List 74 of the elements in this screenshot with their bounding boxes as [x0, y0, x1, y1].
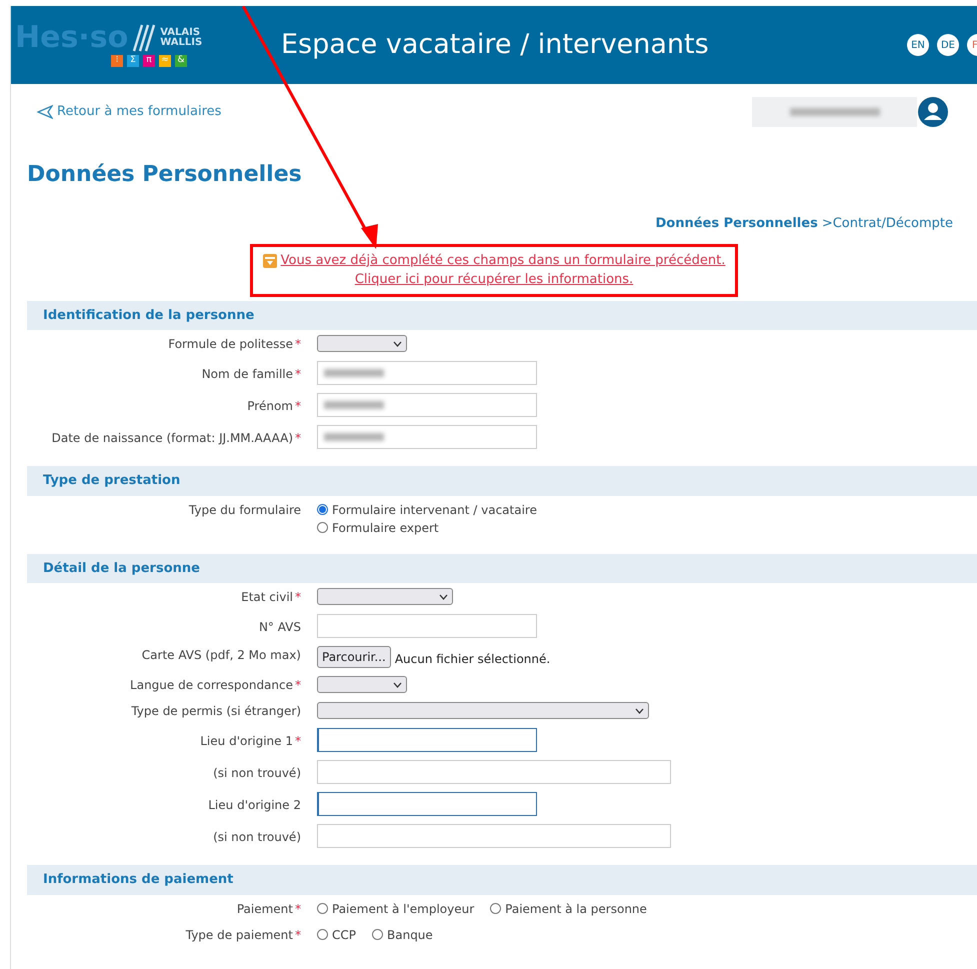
- required-mark: *: [295, 902, 301, 916]
- slashes-icon: [132, 23, 156, 53]
- page-title: Données Personnelles: [27, 162, 303, 188]
- select-field[interactable]: [317, 702, 649, 720]
- field-label: Langue de correspondance: [130, 678, 293, 692]
- archive-icon: [262, 254, 277, 268]
- select-field[interactable]: [317, 588, 453, 606]
- field-label: (si non trouvé): [213, 830, 301, 844]
- radio-button[interactable]: [372, 929, 383, 940]
- input-field[interactable]: [317, 728, 537, 752]
- back-link[interactable]: Retour à mes formulaires: [37, 102, 222, 122]
- field-label: Type du formulaire: [188, 502, 301, 517]
- field-label: Lieu d'origine 1: [200, 734, 293, 748]
- radio-button[interactable]: [317, 504, 328, 516]
- notice-link[interactable]: Vous avez déjà complété ces champs dans un formulaire précédent.: [280, 250, 726, 270]
- app-title: Espace vacataire / intervenants: [280, 28, 710, 62]
- chevron-icon: [635, 708, 644, 714]
- field-label: Lieu d'origine 2: [208, 798, 301, 812]
- required-mark: *: [295, 337, 301, 352]
- section-header: Identification de la personne: [27, 300, 977, 330]
- field-label: Date de naissance (format: JJ.MM.AAAA): [52, 431, 293, 446]
- radio-button[interactable]: [490, 903, 502, 914]
- field-label: Paiement: [236, 902, 293, 916]
- required-mark: *: [295, 590, 301, 604]
- select-field[interactable]: [317, 676, 407, 694]
- chevron-icon: [393, 682, 402, 688]
- required-mark: *: [295, 734, 301, 748]
- radio-label[interactable]: Paiement à l'employeur: [332, 900, 474, 918]
- input-field[interactable]: [317, 792, 537, 816]
- required-mark: *: [295, 928, 301, 942]
- file-status: Aucun fichier sélectionné.: [394, 651, 550, 668]
- logo-tile: π: [143, 55, 155, 67]
- radio-button[interactable]: [317, 929, 328, 940]
- field-label: Carte AVS (pdf, 2 Mo max): [142, 648, 301, 662]
- radio-button[interactable]: [317, 522, 328, 534]
- field-label: Type de permis (si étranger): [131, 704, 301, 718]
- field-label: Formule de politesse: [168, 337, 293, 352]
- user-icon[interactable]: [917, 96, 949, 128]
- logo-tile: ≈: [159, 55, 171, 67]
- language-button[interactable]: F: [967, 34, 977, 56]
- chevron-icon: [439, 594, 448, 600]
- radio-label[interactable]: Banque: [387, 926, 433, 944]
- region-text: VALAIS: [160, 28, 202, 38]
- logo-tile: &: [175, 55, 187, 67]
- select-field[interactable]: [317, 335, 407, 352]
- region-text: WALLIS: [160, 38, 202, 48]
- browse-button[interactable]: Parcourir...: [317, 646, 391, 668]
- logo-tile: Σ: [127, 55, 139, 67]
- required-mark: *: [295, 399, 301, 414]
- required-mark: *: [295, 431, 301, 446]
- radio-label[interactable]: Formulaire expert: [332, 518, 439, 537]
- section-header: Détail de la personne: [27, 554, 977, 584]
- language-button[interactable]: DE: [937, 34, 959, 56]
- field-label: Type de paiement: [186, 928, 293, 942]
- radio-button[interactable]: [317, 903, 328, 914]
- radio-label[interactable]: CCP: [332, 926, 356, 944]
- required-mark: *: [295, 367, 301, 382]
- required-mark: *: [295, 678, 301, 692]
- section-header: Type de prestation: [27, 466, 977, 496]
- radio-label[interactable]: Formulaire intervenant / vacataire: [332, 500, 537, 519]
- language-button[interactable]: EN: [907, 34, 929, 56]
- field-label: N° AVS: [258, 620, 301, 634]
- radio-label[interactable]: Paiement à la personne: [505, 900, 647, 918]
- notice-link[interactable]: Cliquer ici pour récupérer les informations.: [354, 270, 634, 290]
- send-icon: [37, 105, 53, 119]
- logo-tile: ⁝: [111, 55, 123, 67]
- field-label: Nom de famille: [202, 367, 293, 382]
- field-label: Etat civil: [241, 590, 293, 604]
- chevron-icon: [393, 340, 402, 347]
- breadcrumb-link[interactable]: >Contrat/Décompte: [822, 214, 953, 234]
- breadcrumb-link[interactable]: Données Personnelles: [655, 214, 818, 234]
- field-label: (si non trouvé): [213, 766, 301, 780]
- field-label: Prénom: [247, 399, 293, 414]
- section-header: Informations de paiement: [27, 865, 977, 895]
